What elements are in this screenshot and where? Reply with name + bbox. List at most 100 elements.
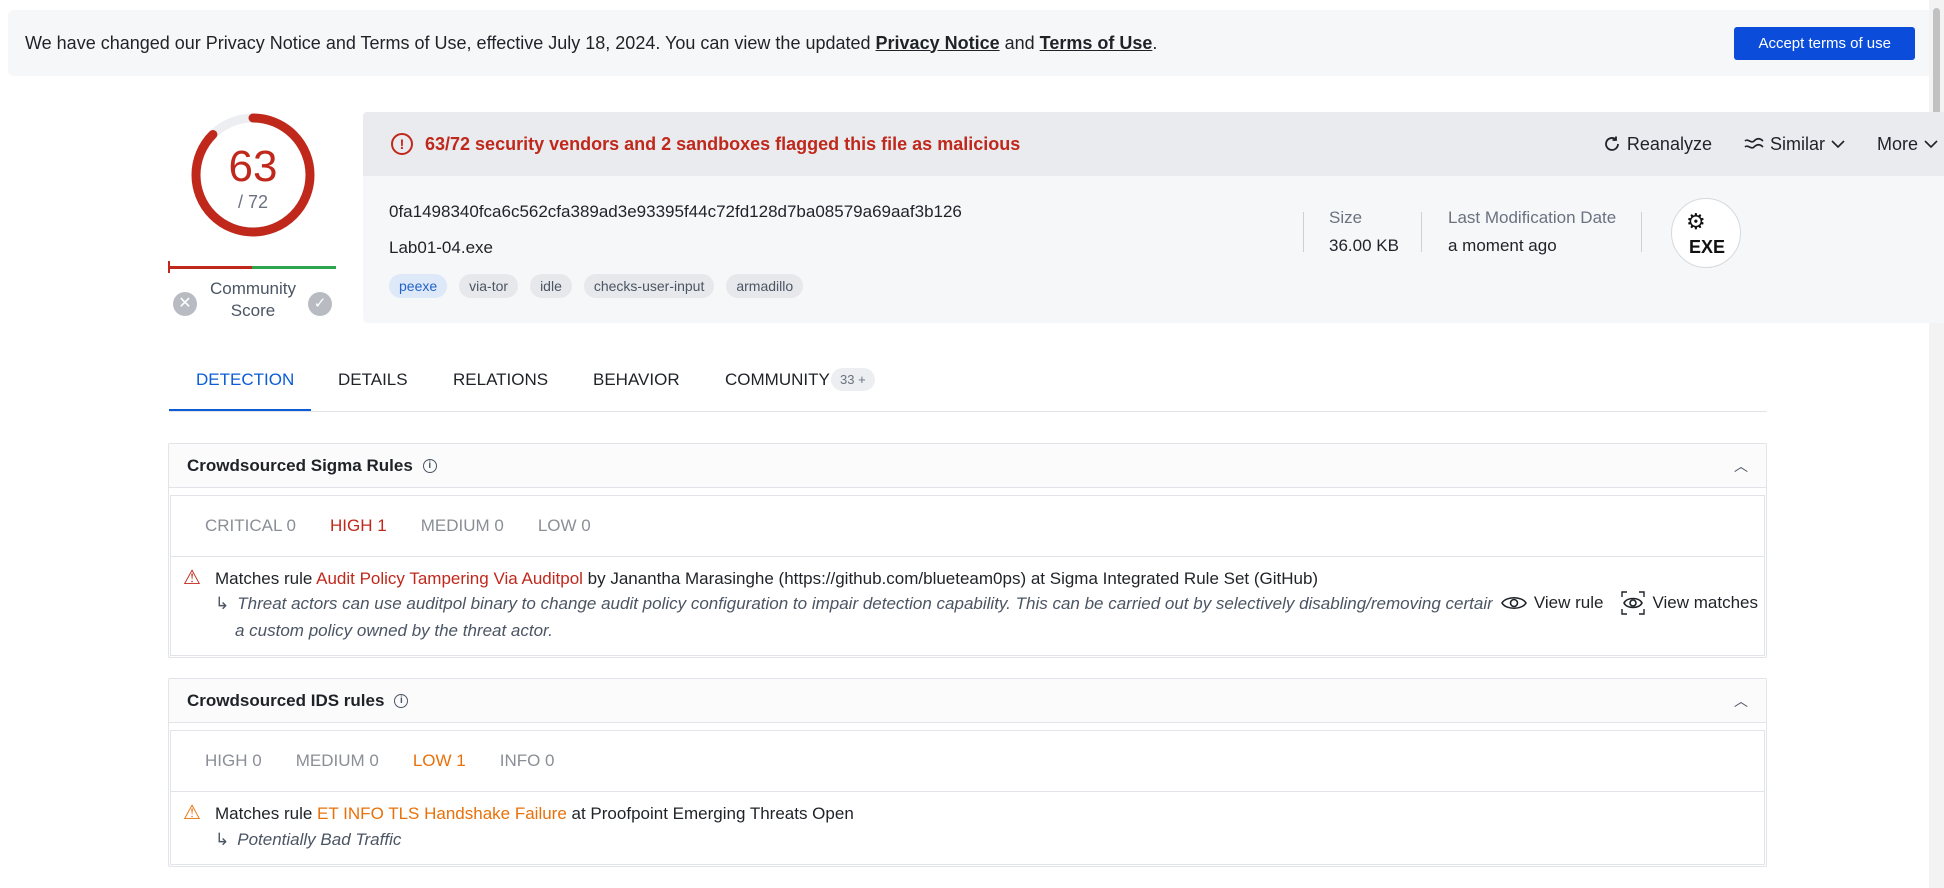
community-score-bar (168, 261, 336, 273)
tab-relations[interactable]: RELATIONS (453, 370, 548, 390)
ids-section-header[interactable]: Crowdsourced IDS rules i ︿ (169, 679, 1766, 723)
divider (1303, 212, 1304, 252)
file-type-label: EXE (1688, 237, 1726, 257)
tag[interactable]: checks-user-input (583, 274, 715, 298)
size-label: Size (1329, 208, 1363, 227)
sigma-rule-actions: View rule View matches (1492, 591, 1758, 615)
chevron-down-icon (1831, 139, 1845, 148)
divider (1641, 212, 1642, 252)
similar-label: Similar (1769, 133, 1825, 154)
community-count-badge: 33 + (831, 368, 875, 391)
community-score-label: Community Score (210, 279, 296, 320)
info-icon[interactable]: i (422, 458, 437, 473)
privacy-notice-link[interactable]: Privacy Notice (876, 33, 1000, 53)
similar-icon (1744, 137, 1764, 149)
rule-attribution: by Janantha Marasinghe (https://github.c… (582, 569, 1319, 588)
sigma-section-header[interactable]: Crowdsourced Sigma Rules i ︿ (169, 444, 1766, 488)
accept-terms-button[interactable]: Accept terms of use (1734, 26, 1915, 60)
info-icon[interactable]: i (394, 693, 409, 708)
desc-line-1: Threat actors can use auditpol binary to… (237, 594, 1497, 613)
ids-rule-description: ↳ Potentially Bad Traffic (215, 826, 401, 853)
sigma-rules-section: Crowdsourced Sigma Rules i ︿ CRITICAL 0 … (168, 443, 1767, 658)
ids-rules-section: Crowdsourced IDS rules i ︿ HIGH 0 MEDIUM… (168, 678, 1767, 867)
similar-dropdown[interactable]: Similar (1744, 134, 1845, 155)
size-value: 36.00 KB (1329, 236, 1399, 255)
gears-icon: ⚙ (1686, 209, 1706, 234)
alert-circle-icon: ! (391, 133, 413, 155)
severity-info[interactable]: INFO 0 (500, 751, 555, 771)
severity-high[interactable]: HIGH 1 (330, 516, 387, 536)
severity-low[interactable]: LOW 0 (538, 516, 591, 536)
detection-score: 63 / 72 ✕ Community Score ✓ (168, 110, 338, 330)
severity-critical[interactable]: CRITICAL 0 (205, 516, 296, 536)
sigma-rule-description: ↳ Threat actors can use auditpol binary t… (215, 590, 1545, 644)
file-summary-header: ! 63/72 security vendors and 2 sandboxes… (363, 112, 1944, 176)
severity-high[interactable]: HIGH 0 (205, 751, 262, 771)
community-score-marker (168, 261, 170, 273)
desc-line-2: a custom policy owned by the threat acto… (235, 621, 553, 640)
tag[interactable]: via-tor (459, 274, 519, 298)
vote-harmless-icon[interactable]: ✓ (308, 292, 332, 316)
view-rule-label: View rule (1533, 593, 1604, 612)
reanalyze-label: Reanalyze (1626, 133, 1712, 154)
rule-prefix: Matches rule (215, 569, 317, 588)
warning-triangle-icon: ⚠ (183, 802, 201, 824)
view-matches-label: View matches (1652, 593, 1758, 612)
file-actions: Reanalyze Similar More (1603, 134, 1938, 155)
ids-rule-link[interactable]: ET INFO TLS Handshake Failure (317, 804, 567, 823)
banner-period: . (1152, 32, 1158, 53)
severity-medium[interactable]: MEDIUM 0 (296, 751, 379, 771)
reanalyze-button[interactable]: Reanalyze (1603, 134, 1712, 155)
severity-low[interactable]: LOW 1 (413, 751, 466, 771)
ids-rule-match: ⚠ Matches rule ET INFO TLS Handshake Fai… (170, 792, 1765, 865)
sigma-severity-filter: CRITICAL 0 HIGH 1 MEDIUM 0 LOW 0 (170, 495, 1765, 557)
ids-severity-filter: HIGH 0 MEDIUM 0 LOW 1 INFO 0 (170, 730, 1765, 792)
collapse-chevron-icon[interactable]: ︿ (1734, 456, 1748, 476)
file-name: Lab01-04.exe (389, 238, 493, 257)
tab-detection[interactable]: DETECTION (196, 370, 294, 390)
flag-text: 63/72 security vendors and 2 sandboxes f… (425, 133, 1021, 154)
tab-details[interactable]: DETAILS (338, 370, 408, 390)
tag[interactable]: idle (530, 274, 572, 298)
tag[interactable]: peexe (389, 274, 448, 298)
more-dropdown[interactable]: More (1877, 134, 1938, 155)
vote-malicious-icon[interactable]: ✕ (173, 292, 197, 316)
terms-of-use-link[interactable]: Terms of Use (1040, 33, 1153, 53)
banner-message: We have changed our Privacy Notice and T… (25, 32, 876, 53)
community-score-positive (252, 266, 336, 269)
score-total: / 72 (237, 192, 269, 212)
sub-arrow-icon: ↳ (215, 594, 230, 613)
refresh-icon (1605, 136, 1619, 151)
eye-scan-icon (1621, 591, 1646, 615)
warning-triangle-icon: ⚠ (183, 567, 201, 589)
banner-and: and (999, 32, 1040, 53)
sigma-rule-link[interactable]: Audit Policy Tampering Via Auditpol (316, 569, 583, 588)
last-modified-value: a moment ago (1448, 236, 1557, 255)
collapse-chevron-icon[interactable]: ︿ (1734, 691, 1748, 711)
tag[interactable]: armadillo (726, 274, 804, 298)
sigma-rule-match: ⚠ Matches rule Audit Policy Tampering Vi… (170, 557, 1765, 656)
severity-medium[interactable]: MEDIUM 0 (421, 516, 504, 536)
ids-rule-line: Matches rule ET INFO TLS Handshake Failu… (215, 804, 854, 824)
chevron-down-icon (1924, 139, 1938, 148)
active-tab-indicator (169, 409, 311, 411)
file-tags: peexe via-tor idle checks-user-input arm… (389, 274, 804, 298)
file-type-badge: ⚙ EXE (1671, 198, 1741, 268)
malicious-flag: ! 63/72 security vendors and 2 sandboxes… (391, 133, 1020, 155)
rule-source: at Proofpoint Emerging Threats Open (566, 804, 854, 823)
score-value: 63 (228, 142, 278, 191)
view-rule-button[interactable]: View rule (1500, 591, 1604, 615)
terms-banner: We have changed our Privacy Notice and T… (8, 10, 1932, 76)
eye-icon (1500, 596, 1527, 610)
sigma-section-title: Crowdsourced Sigma Rules (187, 455, 413, 475)
file-summary-body: 0fa1498340fca6c562cfa389ad3e93395f44c72f… (363, 176, 1944, 323)
tab-community[interactable]: COMMUNITY (725, 370, 830, 390)
file-summary-card: ! 63/72 security vendors and 2 sandboxes… (363, 112, 1944, 323)
view-matches-button[interactable]: View matches (1621, 591, 1758, 615)
banner-text: We have changed our Privacy Notice and T… (25, 33, 1157, 54)
file-hash[interactable]: 0fa1498340fca6c562cfa389ad3e93395f44c72f… (389, 202, 962, 222)
ids-section-title: Crowdsourced IDS rules (187, 690, 385, 710)
community-score-negative (168, 266, 252, 269)
tab-behavior[interactable]: BEHAVIOR (593, 370, 680, 390)
sigma-rule-line: Matches rule Audit Policy Tampering Via … (215, 569, 1318, 589)
